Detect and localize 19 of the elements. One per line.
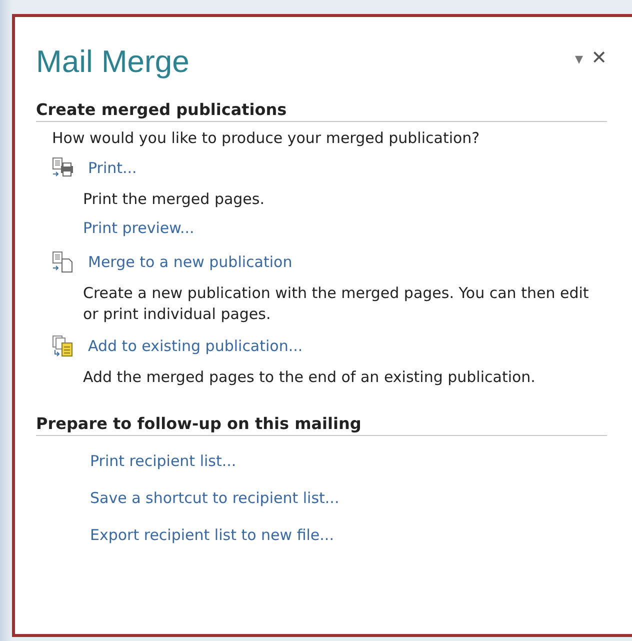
description-text: Print the merged pages. [83,189,264,210]
pane-options-button[interactable]: ▾ [575,48,584,68]
print-preview-link[interactable]: Print preview... [83,219,194,237]
pane-title: Mail Merge [36,44,190,80]
section-heading: Create merged publications [36,100,607,122]
action-link[interactable]: Print... [88,159,137,177]
recipient-list-link[interactable]: Print recipient list... [90,452,236,470]
recipient-list-link[interactable]: Save a shortcut to recipient list... [90,489,340,507]
documents-icon [52,335,74,357]
description-text: Add the merged pages to the end of an existing publication. [83,367,536,388]
action-link[interactable]: Add to existing publication... [88,337,303,355]
intro-text: How would you like to produce your merged publication? [52,129,480,147]
section-heading: Prepare to follow-up on this mailing [36,414,607,436]
description-text: Create a new publication with the merged pages. You can then edit or print individual pages. [83,283,590,325]
new-document-icon [52,251,74,273]
action-link[interactable]: Merge to a new publication [88,253,292,271]
recipient-list-link[interactable]: Export recipient list to new file... [90,526,334,544]
close-button[interactable]: ✕ [591,47,607,69]
print-icon [52,157,74,179]
